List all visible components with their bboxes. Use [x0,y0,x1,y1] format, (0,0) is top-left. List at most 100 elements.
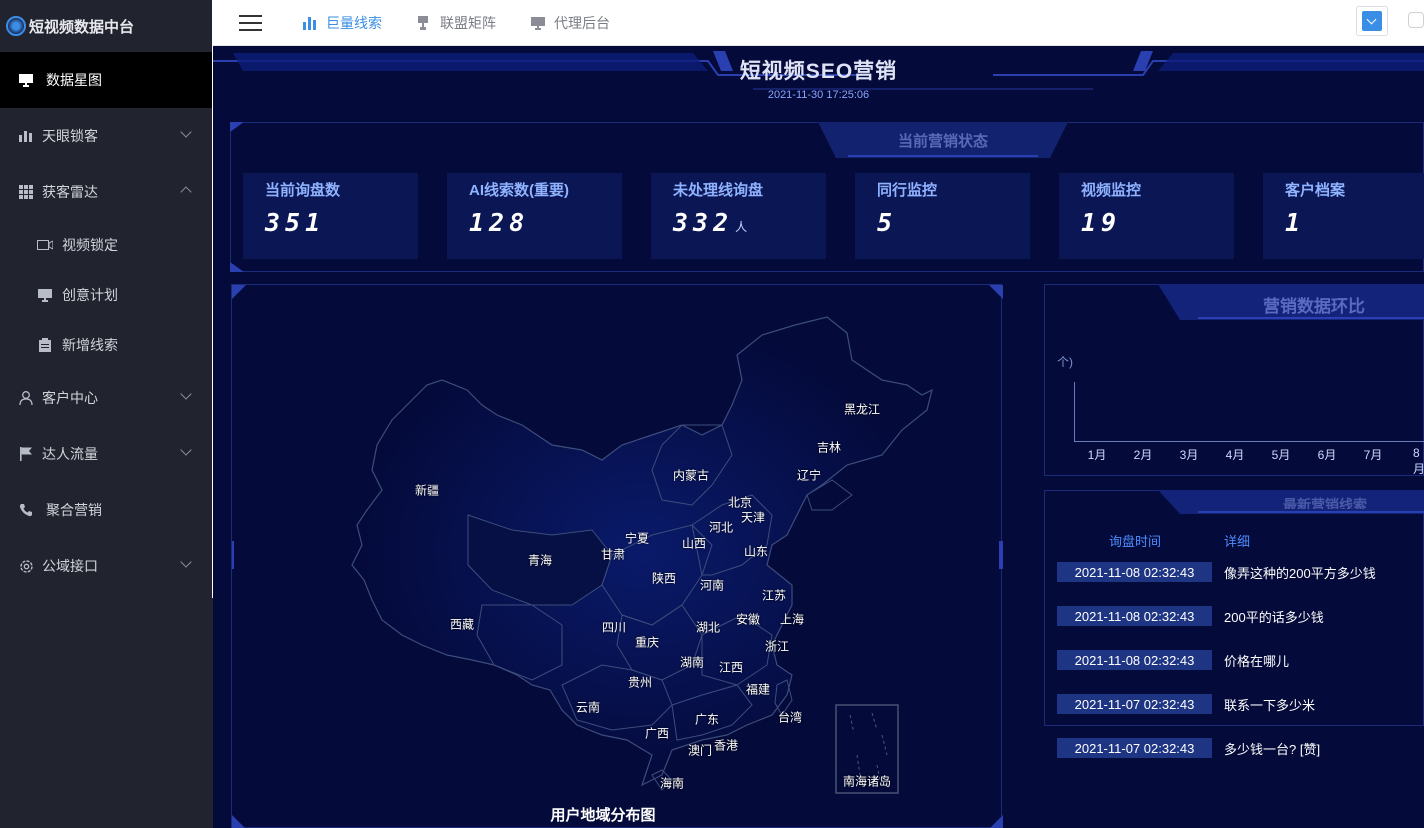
menu-toggle-icon[interactable] [239,15,262,31]
chart-x-tick: 4月 [1225,448,1245,462]
lead-time: 2021-11-07 02:32:43 [1057,694,1212,714]
top-nav-label: 联盟矩阵 [440,15,496,31]
province-label: 浙江 [764,639,790,654]
sidebar-subitem-video-lock[interactable]: 视频锁定 [0,220,212,270]
chevron-down-icon [1362,11,1382,31]
province-label: 福建 [745,682,771,697]
top-nav-label: 巨量线索 [326,15,382,31]
province-label: 江西 [718,660,744,675]
stat-label: 当前询盘数 [265,182,341,199]
top-nav-item-alliance[interactable]: 联盟矩阵 [417,13,496,33]
marketing-chart-title: 营销数据环比 [1263,297,1365,316]
stat-number: 351 [265,208,326,237]
stat-label: 同行监控 [877,182,938,199]
stat-label: 未处理线询盘 [673,182,764,199]
stat-card-unprocessed: 未处理线询盘 332 人 [651,173,826,259]
sidebar-item-aggregate-marketing[interactable]: 聚合营销 [0,482,212,538]
monitor-icon [18,72,34,88]
lead-row[interactable]: 2021-11-08 02:32:43 像弄这种的200平方多少钱 [1057,562,1376,582]
sidebar-subitem-label: 视频锁定 [62,237,118,253]
sidebar-subitem-label: 新增线索 [62,337,118,353]
sidebar-menu: 短视频数据中台 数据星图 天眼锁客 获客雷达 视频锁定 创意计划 新增线索 客户… [0,0,213,598]
monitor-icon [531,16,545,30]
stat-value: 332 人 [673,208,826,237]
sidebar-item-label: 数据星图 [46,72,102,88]
stat-label: 视频监控 [1081,182,1142,199]
status-panel-title: 当前营销状态 [897,133,988,150]
sidebar-item-public-api[interactable]: 公域接口 [0,538,212,594]
chart-x-tick: 3月 [1179,448,1199,462]
top-nav-item-leads[interactable]: 巨量线索 [303,13,382,33]
chart-y-axis [1074,382,1075,442]
province-label: 湖南 [679,655,705,670]
province-label: 河南 [699,578,725,593]
stat-card-peer-monitor: 同行监控 5 [855,173,1030,259]
province-label: 内蒙古 [672,468,710,483]
sidebar-item-influencer-traffic[interactable]: 达人流量 [0,426,212,482]
province-label: 天津 [740,510,766,525]
province-label: 香港 [713,738,739,753]
top-nav-item-agent[interactable]: 代理后台 [531,13,610,33]
province-label: 重庆 [634,635,660,650]
leads-title: 最新营销线索 [1283,497,1367,509]
chevron-down-icon [180,126,192,138]
province-label: 陕西 [651,571,677,586]
sidebar-item-data-star-map[interactable]: 数据星图 [0,52,212,108]
sidebar-item-label: 天眼锁客 [42,128,98,144]
sidebar-item-radar[interactable]: 获客雷达 [0,164,212,220]
dashboard: 短视频SEO营销 2021-11-30 17:25:06 当前营销状态 当前询盘… [213,47,1424,828]
stat-cards: 当前询盘数 351 AI线索数(重要) 128 未处理线询盘 332 人 同行监控… [243,173,1424,259]
lead-row[interactable]: 2021-11-07 02:32:43 联系一下多少米 [1057,694,1315,714]
map-panel: 黑龙江 吉林 辽宁 内蒙古 北京 天津 河北 山西 山东 宁夏 甘肃 青海 新疆… [231,284,1003,828]
stat-card-video-monitor: 视频监控 19 [1059,173,1234,259]
lead-row[interactable]: 2021-11-08 02:32:43 价格在哪儿 [1057,650,1289,670]
monitor-icon [37,288,53,302]
top-nav-label: 代理后台 [554,15,610,31]
stat-number: 128 [469,208,530,237]
map-title: 用户地域分布图 [550,807,656,824]
province-label: 澳门 [687,743,713,758]
app-title: 短视频数据中台 [29,18,135,36]
chevron-down-icon [180,444,192,456]
flag-icon [18,446,34,462]
stat-unit: 人 [735,220,748,234]
province-label: 上海 [779,612,805,627]
user-icon [18,390,34,406]
lead-detail: 价格在哪儿 [1224,653,1290,669]
sidebar-item-customer-center[interactable]: 客户中心 [0,370,212,426]
province-label: 海南 [659,776,685,791]
chart-x-tick: 5月 [1271,448,1291,462]
bar-chart-icon [18,128,34,144]
user-dropdown[interactable] [1356,6,1388,36]
sidebar-subitem-creative-plan[interactable]: 创意计划 [0,270,212,320]
province-label: 甘肃 [600,547,626,562]
lead-row[interactable]: 2021-11-07 02:32:43 多少钱一台? [赞] [1057,738,1320,758]
sidebar-subitem-label: 创意计划 [62,287,118,303]
province-label: 台湾 [777,710,803,725]
phone-icon [18,502,34,518]
province-label: 广东 [694,712,720,727]
stat-value: 351 [265,208,418,237]
province-label: 贵州 [627,675,653,690]
chart-x-tick: 2月 [1133,448,1153,462]
province-label: 河北 [708,520,734,535]
stat-label: 客户档案 [1285,182,1346,199]
province-label: 湖北 [695,620,721,635]
sidebar-item-label: 达人流量 [42,446,98,462]
clipboard-icon [37,338,53,352]
app-logo[interactable]: 短视频数据中台 [0,0,212,52]
province-label: 吉林 [816,440,842,455]
sidebar-item-tianyan[interactable]: 天眼锁客 [0,108,212,164]
stat-number: 5 [877,208,898,237]
gear-icon [18,558,34,574]
province-label: 山西 [681,536,707,551]
sidebar: 短视频数据中台 数据星图 天眼锁客 获客雷达 视频锁定 创意计划 新增线索 客户… [0,0,213,828]
sidebar-item-label: 获客雷达 [42,184,98,200]
lead-row[interactable]: 2021-11-08 02:32:43 200平的话多少钱 [1057,606,1324,626]
province-label: 山东 [743,544,769,559]
province-label: 黑龙江 [843,402,881,417]
top-bar: 巨量线索 联盟矩阵 代理后台 [213,0,1424,46]
globe-icon [6,16,26,36]
chat-icon[interactable] [1408,12,1424,28]
sidebar-subitem-new-leads[interactable]: 新增线索 [0,320,212,370]
